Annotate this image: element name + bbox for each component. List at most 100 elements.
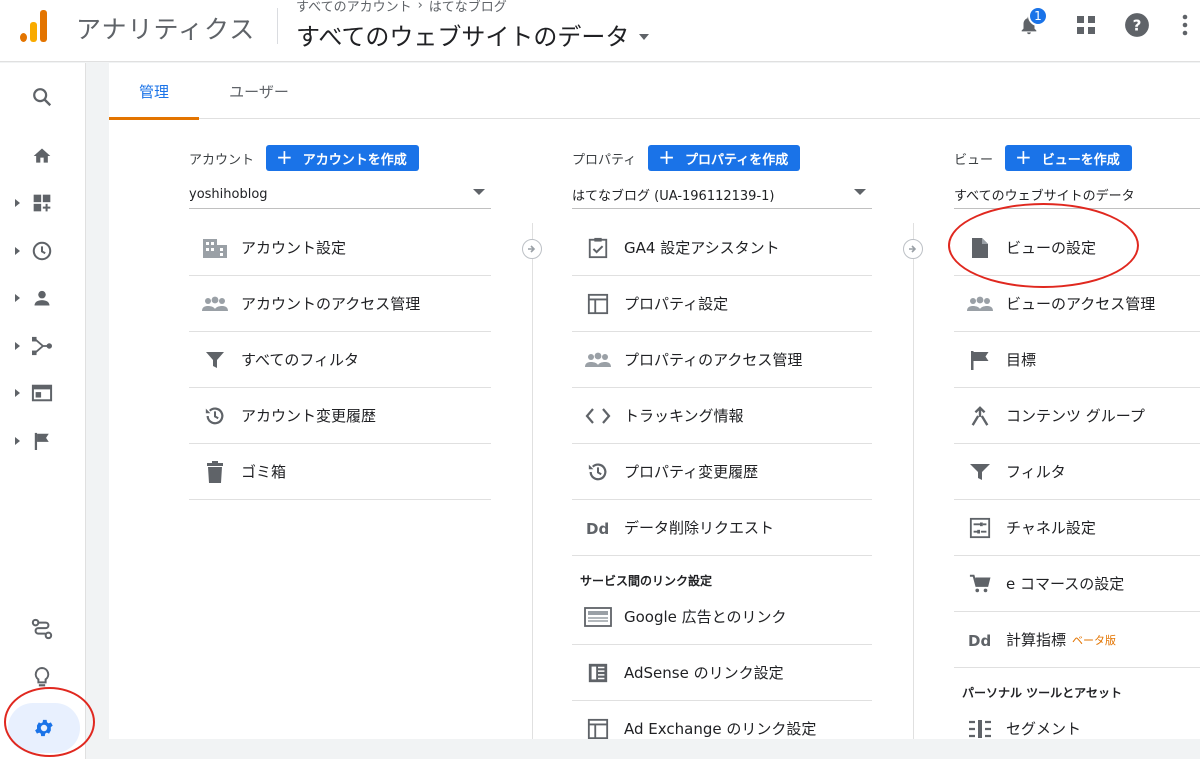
apps-button[interactable]	[1073, 12, 1099, 38]
nav-audience[interactable]	[14, 278, 70, 318]
plus-icon: +	[276, 145, 293, 169]
search-button[interactable]	[14, 77, 70, 117]
adexchange-icon	[576, 718, 620, 740]
more-vert-icon	[1182, 14, 1188, 36]
account-access-item[interactable]: アカウントのアクセス管理	[189, 276, 491, 332]
browser-window-icon	[31, 384, 53, 402]
tab-admin[interactable]: 管理	[109, 63, 199, 120]
more-menu-button[interactable]	[1172, 12, 1198, 38]
breadcrumb-account[interactable]: すべてのアカウント	[296, 0, 412, 15]
help-button[interactable]: ?	[1124, 12, 1150, 38]
item-label: アカウント設定	[241, 239, 347, 257]
property-selected: はてなブログ (UA-196112139-1)	[572, 189, 775, 204]
create-account-button[interactable]: + アカウントを作成	[266, 145, 419, 171]
calculated-metrics-item[interactable]: Dd 計算指標 ベータ版	[954, 612, 1200, 668]
view-selector[interactable]: すべてのウェブサイトのデータ	[296, 17, 650, 52]
item-label: トラッキング情報	[624, 407, 744, 425]
data-deletion-item[interactable]: Dd データ削除リクエスト	[572, 500, 872, 556]
nav-customization[interactable]	[14, 183, 70, 223]
item-label: e コマースの設定	[1006, 575, 1125, 593]
property-header: プロパティ + プロパティを作成	[572, 145, 801, 171]
apps-grid-icon	[1077, 16, 1095, 34]
content-grouping-item[interactable]: コンテンツ グループ	[954, 388, 1200, 444]
item-label: データ削除リクエスト	[624, 519, 775, 537]
acquisition-icon	[32, 336, 52, 356]
item-label: Ad Exchange のリンク設定	[624, 720, 817, 738]
view-access-item[interactable]: ビューのアクセス管理	[954, 276, 1200, 332]
property-access-item[interactable]: プロパティのアクセス管理	[572, 332, 872, 388]
nav-conversions[interactable]	[14, 421, 70, 461]
breadcrumb-property[interactable]: はてなブログ	[429, 0, 507, 15]
content-group-icon	[958, 405, 1002, 427]
property-settings-item[interactable]: プロパティ設定	[572, 276, 872, 332]
filter-icon	[958, 462, 1002, 482]
trash-icon	[193, 460, 237, 483]
history-icon	[193, 405, 237, 427]
create-account-label: アカウントを作成	[302, 152, 407, 168]
item-label: プロパティのアクセス管理	[624, 351, 803, 369]
account-selector[interactable]: yoshihoblog	[189, 181, 491, 209]
nav-admin[interactable]	[8, 703, 80, 753]
ad-exchange-link-item[interactable]: Ad Exchange のリンク設定	[572, 701, 872, 739]
top-bar: アナリティクス すべてのアカウント › はてなブログ すべてのウェブサイトのデー…	[0, 0, 1200, 62]
create-property-label: プロパティを作成	[685, 152, 789, 168]
create-view-button[interactable]: + ビューを作成	[1005, 145, 1132, 171]
home-icon	[33, 148, 51, 163]
nav-attribution[interactable]	[14, 609, 70, 649]
ecommerce-settings-item[interactable]: e コマースの設定	[954, 556, 1200, 612]
header-divider	[277, 8, 278, 44]
property-history-item[interactable]: プロパティ変更履歴	[572, 444, 872, 500]
flag-icon	[34, 432, 49, 450]
channel-settings-item[interactable]: チャネル設定	[954, 500, 1200, 556]
breadcrumb[interactable]: すべてのアカウント › はてなブログ	[296, 0, 507, 15]
item-label: すべてのフィルタ	[241, 351, 360, 369]
people-icon	[193, 296, 237, 312]
nav-home[interactable]	[14, 136, 70, 176]
plus-icon: +	[658, 145, 675, 169]
view-settings-item[interactable]: ビューの設定	[954, 220, 1200, 276]
create-property-button[interactable]: + プロパティを作成	[648, 145, 801, 171]
adsense-link-item[interactable]: AdSense のリンク設定	[572, 645, 872, 701]
trash-item[interactable]: ゴミ箱	[189, 444, 491, 500]
segments-item[interactable]: セグメント	[954, 701, 1200, 739]
flag-icon	[958, 349, 1002, 371]
nav-behavior[interactable]	[14, 373, 70, 413]
adsense-icon	[576, 662, 620, 684]
layout-icon	[576, 293, 620, 315]
tracking-info-item[interactable]: トラッキング情報	[572, 388, 872, 444]
account-settings-item[interactable]: アカウント設定	[189, 220, 491, 276]
admin-panel: 管理 ユーザー アカウント + アカウントを作成 yoshihoblog アカウ…	[109, 63, 1200, 739]
item-label: プロパティ設定	[624, 295, 729, 313]
view-selector[interactable]: すべてのウェブサイトのデータ	[954, 181, 1200, 209]
analytics-logo[interactable]	[18, 8, 52, 42]
notifications-button[interactable]: 1	[1016, 6, 1048, 38]
section-heading: パーソナル ツールとアセット	[962, 686, 1122, 700]
all-filters-item[interactable]: すべてのフィルタ	[189, 332, 491, 388]
svg-text:Dd: Dd	[586, 520, 609, 537]
beta-badge: ベータ版	[1072, 633, 1117, 647]
nav-realtime[interactable]	[14, 231, 70, 271]
ga4-assistant-item[interactable]: GA4 設定アシスタント	[572, 220, 872, 276]
svg-text:Dd: Dd	[968, 632, 991, 649]
item-label: アカウント変更履歴	[241, 407, 377, 425]
person-icon	[34, 290, 50, 306]
help-icon: ?	[1125, 13, 1149, 37]
create-view-label: ビューを作成	[1041, 152, 1120, 168]
filters-item[interactable]: フィルタ	[954, 444, 1200, 500]
nav-discover[interactable]	[14, 657, 70, 697]
channel-icon	[958, 517, 1002, 539]
item-label: 目標	[1006, 351, 1037, 369]
account-history-item[interactable]: アカウント変更履歴	[189, 388, 491, 444]
document-icon	[958, 237, 1002, 259]
clock-icon	[32, 241, 52, 261]
tab-users[interactable]: ユーザー	[209, 63, 309, 119]
google-ads-link-item[interactable]: Google 広告とのリンク	[572, 589, 872, 645]
account-header: アカウント + アカウントを作成	[189, 145, 419, 171]
goals-item[interactable]: 目標	[954, 332, 1200, 388]
view-selected: すべてのウェブサイトのデータ	[954, 189, 1135, 204]
property-label: プロパティ	[572, 152, 637, 168]
view-selector-label: すべてのウェブサイトのデータ	[296, 23, 630, 51]
property-selector[interactable]: はてなブログ (UA-196112139-1)	[572, 181, 872, 209]
nav-acquisition[interactable]	[14, 326, 70, 366]
arrow-right-icon	[522, 239, 542, 259]
